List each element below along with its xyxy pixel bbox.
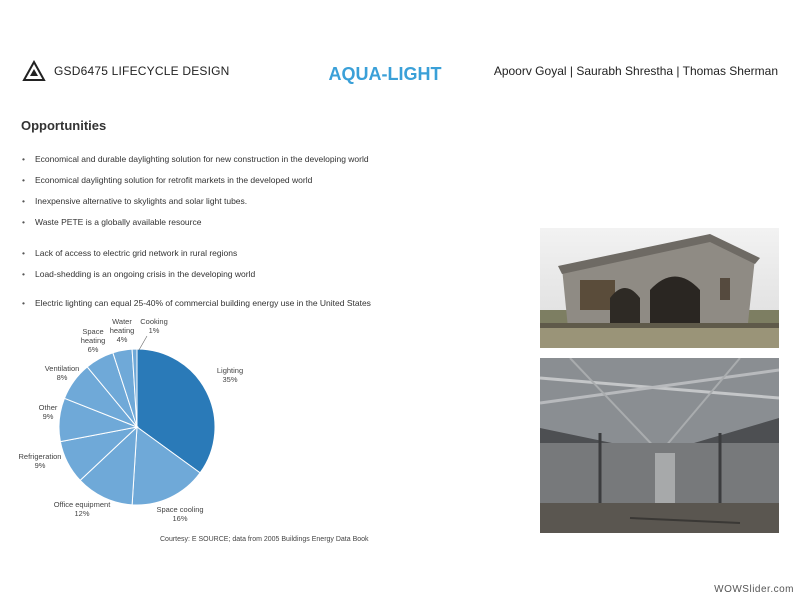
bullet-item: Waste PETE is a globally available resou… <box>22 216 369 237</box>
pie-label-cooking: Cooking 1% <box>140 317 168 335</box>
bullet-item: Economical and durable daylighting solut… <box>22 153 369 174</box>
pie-label-lighting: Lighting 35% <box>217 366 243 384</box>
bullet-item: Inexpensive alternative to skylights and… <box>22 195 369 216</box>
bullet-item: Load-shedding is an ongoing crisis in th… <box>22 268 255 289</box>
pie-label-space-heating: Space heating 6% <box>81 327 106 354</box>
pie-label-office-equipment: Office equipment 12% <box>54 500 111 518</box>
pie-label-space-cooling: Space cooling 16% <box>156 505 203 523</box>
bullet-item: Economical daylighting solution for retr… <box>22 174 369 195</box>
section-heading: Opportunities <box>21 118 107 133</box>
bullet-list-group-1: Economical and durable daylighting solut… <box>22 153 369 237</box>
course-title: GSD6475 LIFECYCLE DESIGN <box>54 64 230 78</box>
energy-use-pie-chart: Lighting 35% Space cooling 16% Office equipm… <box>19 317 244 523</box>
cooking-leader-line <box>138 335 148 351</box>
chart-courtesy: Courtesy: E SOURCE; data from 2005 Build… <box>160 536 369 543</box>
project-title: AQUA-LIGHT <box>328 64 442 84</box>
building-exterior-image <box>540 228 779 348</box>
pie-label-refrigeration: Refrigeration 9% <box>19 452 62 470</box>
bullet-list-group-2: Lack of access to electric grid network … <box>22 247 255 289</box>
pie-label-ventilation: Ventilation 8% <box>45 364 80 382</box>
recycle-icon <box>22 60 46 81</box>
bullet-item: Lack of access to electric grid network … <box>22 247 255 268</box>
pie-label-other: Other 9% <box>39 403 58 421</box>
watermark: WOWSlider.com <box>714 584 794 595</box>
authors: Apoorv Goyal | Saurabh Shrestha | Thomas… <box>493 64 778 78</box>
pie-label-water-heating: Water heating 4% <box>110 317 135 344</box>
warehouse-interior-image <box>540 358 779 533</box>
